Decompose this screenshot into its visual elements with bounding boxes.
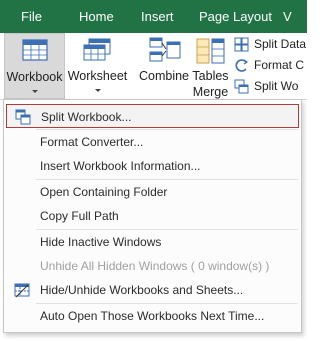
merge-label: Merge	[192, 85, 229, 99]
split-workbook-icon	[234, 79, 249, 94]
menu-item-label: Open Containing Folder	[40, 185, 168, 199]
worksheet-label: Worksheet	[67, 69, 128, 83]
split-data-icon	[234, 37, 249, 52]
combine-icon	[149, 37, 181, 62]
menu-item-format-converter[interactable]: Format Converter...	[6, 130, 299, 154]
chevron-down-icon	[31, 90, 38, 93]
tab-home[interactable]: Home	[79, 0, 114, 33]
menu-item-copy-full-path[interactable]: Copy Full Path	[6, 204, 299, 228]
menu-item-label: Format Converter...	[40, 135, 144, 149]
menu-item-label: Hide/Unhide Workbooks and Sheets...	[40, 283, 244, 297]
combine-label: Combine	[138, 69, 190, 83]
worksheet-button[interactable]: Worksheet	[66, 33, 129, 99]
hide-unhide-icon	[14, 283, 30, 298]
chevron-down-icon	[94, 89, 101, 92]
tables-merge-icon	[196, 38, 225, 64]
menu-item-label: Hide Inactive Windows	[40, 235, 162, 249]
menu-item-label: Copy Full Path	[40, 209, 119, 223]
ribbon-panel: Workbook Worksheet Combine Tables Merge …	[0, 33, 307, 100]
menu-item-label: Auto Open Those Workbooks Next Time...	[40, 309, 265, 323]
workbook-icon	[22, 39, 48, 61]
tables-merge-button[interactable]: Tables Merge	[191, 33, 230, 99]
workbook-dropdown-menu: Split Workbook... Format Converter... In…	[3, 99, 302, 333]
worksheet-icon	[83, 38, 111, 61]
menu-item-label: Unhide All Hidden Windows ( 0 window(s) …	[40, 259, 270, 273]
format-converter-icon	[235, 59, 249, 72]
tab-page-layout[interactable]: Page Layout	[199, 0, 272, 33]
menu-item-hide-inactive-windows[interactable]: Hide Inactive Windows	[6, 230, 299, 254]
menu-item-unhide-all-hidden-windows: Unhide All Hidden Windows ( 0 window(s) …	[6, 254, 299, 278]
menu-item-insert-workbook-information[interactable]: Insert Workbook Information...	[6, 154, 299, 178]
ribbon-tab-bar: File Home Insert Page Layout V	[0, 0, 307, 33]
menu-item-label: Insert Workbook Information...	[40, 159, 201, 173]
workbook-button[interactable]: Workbook	[4, 33, 65, 99]
tables-label: Tables	[192, 69, 229, 83]
menu-item-hide-unhide-workbooks-sheets[interactable]: Hide/Unhide Workbooks and Sheets...	[6, 278, 299, 302]
split-workbook-small-label: Split Wo	[254, 79, 299, 93]
menu-item-label: Split Workbook...	[41, 110, 132, 124]
tab-file[interactable]: File	[21, 0, 42, 33]
format-converter-label: Format C	[254, 58, 305, 72]
split-workbook-icon	[15, 109, 31, 125]
menu-item-auto-open-workbooks[interactable]: Auto Open Those Workbooks Next Time...	[6, 304, 299, 328]
menu-item-open-containing-folder[interactable]: Open Containing Folder	[6, 180, 299, 204]
combine-button[interactable]: Combine	[135, 33, 193, 99]
menu-item-split-workbook[interactable]: Split Workbook...	[6, 104, 299, 128]
workbook-label: Workbook	[6, 70, 63, 84]
split-data-label: Split Data	[254, 37, 307, 51]
tab-partial[interactable]: V	[283, 0, 292, 33]
tab-insert[interactable]: Insert	[141, 0, 174, 33]
